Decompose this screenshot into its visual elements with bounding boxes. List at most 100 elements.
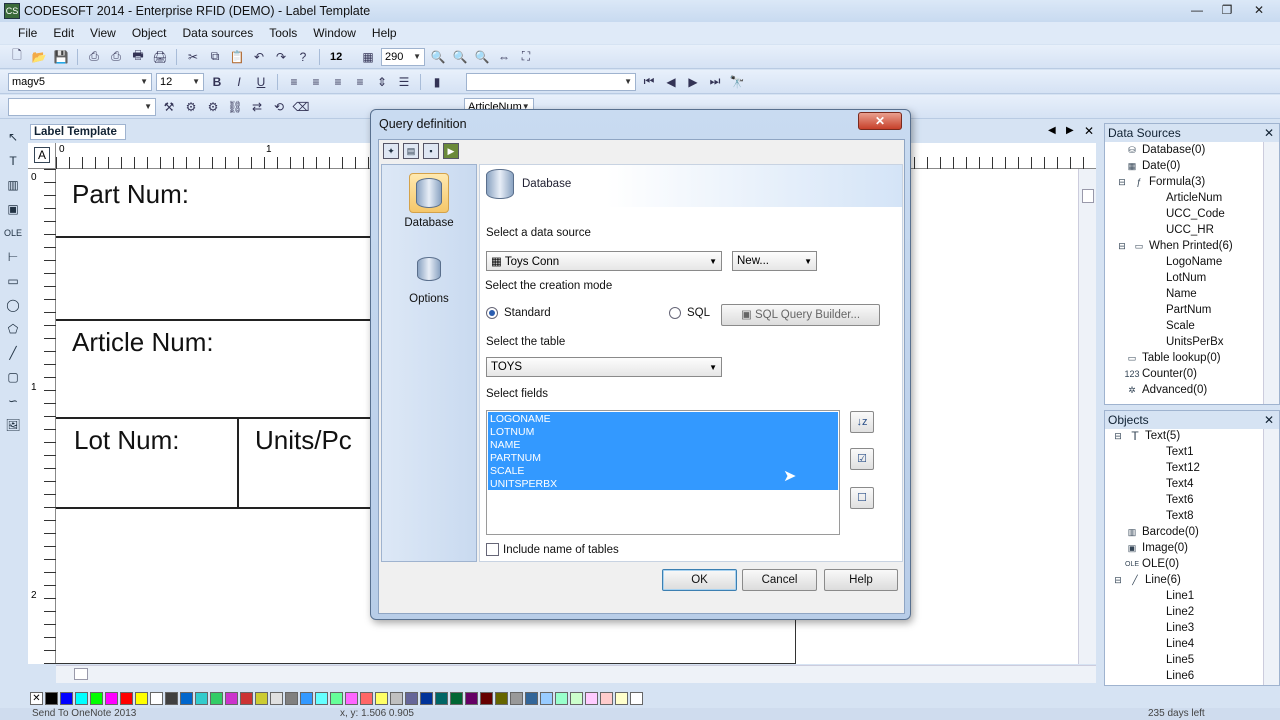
- tab-prev-icon[interactable]: ◀: [1048, 125, 1056, 136]
- mode-standard-radio[interactable]: Standard: [486, 307, 551, 319]
- sort-az-button[interactable]: ↓z: [850, 411, 874, 433]
- data-source-select[interactable]: ▦ Toys Conn ▼: [486, 251, 722, 271]
- line-tool-icon[interactable]: ⊢: [2, 246, 24, 268]
- restore-button[interactable]: ❐: [1212, 0, 1242, 20]
- tree-item[interactable]: Text4: [1166, 478, 1194, 490]
- bold-button[interactable]: B: [208, 73, 226, 91]
- color-swatch[interactable]: [90, 691, 103, 705]
- document-tab[interactable]: Label Template: [30, 124, 126, 140]
- tree-advanced[interactable]: ✲ Advanced(0): [1125, 384, 1207, 396]
- run-query-icon[interactable]: ▶: [443, 143, 459, 159]
- menu-view[interactable]: View: [82, 26, 124, 40]
- color-swatch[interactable]: [315, 691, 328, 705]
- select-all-button[interactable]: ☑: [850, 448, 874, 470]
- zoom-out-icon[interactable]: 🔍: [451, 48, 469, 66]
- include-tables-checkbox[interactable]: Include name of tables: [486, 543, 619, 556]
- style-combo[interactable]: ▼: [466, 72, 636, 91]
- font-size-combo[interactable]: 12 ▼: [156, 72, 204, 91]
- tab-next-icon[interactable]: ▶: [1066, 125, 1074, 136]
- color-swatch[interactable]: [615, 691, 628, 705]
- tree-date[interactable]: ▦ Date(0): [1125, 160, 1181, 172]
- color-swatch[interactable]: [60, 691, 73, 705]
- tree-when-printed[interactable]: ⊟ ▭ When Printed(6): [1115, 240, 1233, 252]
- color-swatch[interactable]: [45, 691, 58, 705]
- color-swatch[interactable]: [285, 691, 298, 705]
- color-swatch[interactable]: [480, 691, 493, 705]
- tools-icon[interactable]: ⚙: [182, 98, 200, 116]
- checkbox-unchecked[interactable]: [486, 543, 499, 556]
- color-swatch[interactable]: [510, 691, 523, 705]
- printer-icon[interactable]: 🖨: [151, 48, 169, 66]
- tree-item[interactable]: Line4: [1166, 638, 1194, 650]
- menu-window[interactable]: Window: [305, 26, 364, 40]
- italic-button[interactable]: I: [230, 73, 248, 91]
- units-text[interactable]: Units/Pc: [255, 425, 352, 456]
- menu-object[interactable]: Object: [124, 26, 175, 40]
- eraser-icon[interactable]: ⌫: [292, 98, 310, 116]
- polygon-tool-icon[interactable]: ⬠: [2, 318, 24, 340]
- field-item[interactable]: UNITSPERBX: [490, 478, 557, 490]
- new-button[interactable]: New... ▼: [732, 251, 817, 271]
- redo-icon[interactable]: ↷: [272, 48, 290, 66]
- close-document-icon[interactable]: ✕: [1084, 124, 1094, 138]
- underline-button[interactable]: U: [252, 73, 270, 91]
- rectangle-tool-icon[interactable]: ▭: [2, 270, 24, 292]
- panel-scrollbar[interactable]: [1263, 429, 1279, 685]
- next-record-icon[interactable]: ▶: [684, 73, 702, 91]
- save-icon[interactable]: 💾: [52, 48, 70, 66]
- merge-print-icon[interactable]: ⎙: [107, 48, 125, 66]
- field-item[interactable]: NAME: [490, 439, 520, 451]
- tree-line-group[interactable]: ⊟ ╱ Line(6): [1111, 574, 1181, 586]
- table-select[interactable]: TOYS ▼: [486, 357, 722, 377]
- label-line[interactable]: [237, 417, 239, 509]
- new-query-icon[interactable]: ✦: [383, 143, 399, 159]
- tree-item[interactable]: Scale: [1166, 320, 1195, 332]
- tree-item[interactable]: Line5: [1166, 654, 1194, 666]
- tree-item[interactable]: Name: [1166, 288, 1197, 300]
- tree-ole[interactable]: OLE OLE(0): [1125, 558, 1179, 570]
- close-window-button[interactable]: ✕: [1244, 0, 1274, 20]
- color-swatch[interactable]: [525, 691, 538, 705]
- open-query-icon[interactable]: ▤: [403, 143, 419, 159]
- distribute-icon[interactable]: ☰: [395, 73, 413, 91]
- color-swatch[interactable]: [300, 691, 313, 705]
- new-icon[interactable]: 🗋: [8, 48, 26, 66]
- color-swatch[interactable]: [630, 691, 643, 705]
- connect-icon[interactable]: ⇄: [248, 98, 266, 116]
- tree-counter[interactable]: 123 Counter(0): [1124, 368, 1196, 380]
- fit-page-icon[interactable]: ⛶: [517, 48, 535, 66]
- highlight-icon[interactable]: ▮: [428, 73, 446, 91]
- ok-button[interactable]: OK: [662, 569, 737, 591]
- help-button[interactable]: Help: [824, 569, 898, 591]
- image-tool-icon[interactable]: ▣: [2, 198, 24, 220]
- diagonal-line-icon[interactable]: ╱: [2, 342, 24, 364]
- text-tool-icon[interactable]: T: [2, 150, 24, 172]
- tree-text-group[interactable]: ⊟ T Text(5): [1111, 429, 1180, 443]
- object-combo[interactable]: ▼: [8, 97, 156, 116]
- deselect-all-button[interactable]: ☐: [850, 487, 874, 509]
- color-swatch[interactable]: [495, 691, 508, 705]
- color-swatch[interactable]: [225, 691, 238, 705]
- tree-table-lookup[interactable]: ▭ Table lookup(0): [1125, 352, 1221, 364]
- color-swatch[interactable]: [135, 691, 148, 705]
- tree-item[interactable]: PartNum: [1166, 304, 1211, 316]
- nav-database[interactable]: Database: [382, 173, 476, 229]
- color-swatch[interactable]: [405, 691, 418, 705]
- collapse-icon[interactable]: ⊟: [1115, 176, 1129, 188]
- find-icon[interactable]: 🔭: [728, 73, 746, 91]
- font-size-quick[interactable]: 12: [327, 48, 355, 66]
- tree-item[interactable]: UnitsPerBx: [1166, 336, 1224, 348]
- zoom-combo[interactable]: 290 ▼: [381, 47, 425, 66]
- tree-item[interactable]: UCC_HR: [1166, 224, 1214, 236]
- color-swatch[interactable]: [435, 691, 448, 705]
- zoom-icon[interactable]: 🔍: [429, 48, 447, 66]
- tree-item[interactable]: Text8: [1166, 510, 1194, 522]
- color-swatch[interactable]: [360, 691, 373, 705]
- tree-image[interactable]: ▣ Image(0): [1125, 542, 1188, 554]
- tree-item[interactable]: Line1: [1166, 590, 1194, 602]
- panel-scrollbar[interactable]: [1263, 142, 1279, 404]
- color-swatch[interactable]: [120, 691, 133, 705]
- print-icon[interactable]: 🖶: [129, 48, 147, 66]
- color-swatch[interactable]: [570, 691, 583, 705]
- lot-num-text[interactable]: Lot Num:: [74, 425, 180, 456]
